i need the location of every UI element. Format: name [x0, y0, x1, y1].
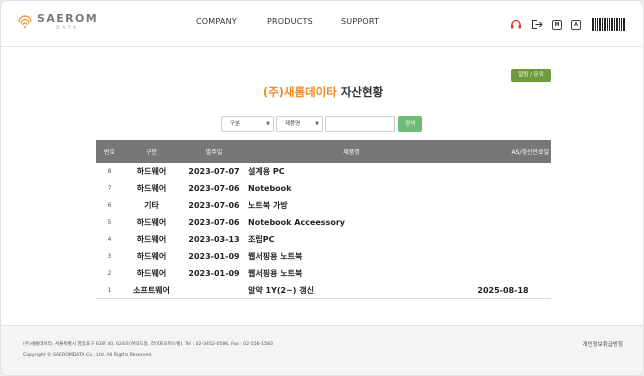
- cell-category: 기타: [144, 201, 159, 210]
- nav-products[interactable]: PRODUCTS: [267, 17, 313, 26]
- headset-icon[interactable]: [510, 19, 522, 30]
- nav-company[interactable]: COMPANY: [196, 17, 237, 26]
- notice-inquiry-button[interactable]: 알림 / 문의: [511, 69, 551, 82]
- cell-product: Notebook Acceessory: [248, 218, 345, 227]
- cell-category: 하드웨어: [136, 269, 167, 278]
- cell-no: 6: [107, 202, 112, 209]
- header-product: 제품명: [343, 149, 360, 156]
- cell-category: 하드웨어: [136, 235, 167, 244]
- cell-category: 하드웨어: [136, 184, 167, 193]
- cell-no: 2: [107, 270, 112, 277]
- cell-no: 5: [107, 219, 112, 226]
- table-row[interactable]: 4 하드웨어 2023-03-13 조립PC: [96, 231, 551, 248]
- cell-category: 하드웨어: [136, 167, 167, 176]
- top-header: SAEROM DATA COMPANY PRODUCTS SUPPORT M A: [1, 1, 643, 47]
- cell-product: 조립PC: [248, 235, 275, 244]
- footer-copyright: Copyright © SAEROMDATA Co., Ltd. All Rig…: [23, 353, 153, 358]
- cell-category: 하드웨어: [136, 218, 167, 227]
- table-header: 번호 구분 발주일 제품명 AS/갱신만료일: [96, 140, 551, 163]
- cell-date: 2023-01-09: [188, 269, 240, 278]
- cell-date: 2023-07-07: [188, 167, 240, 176]
- nav-support[interactable]: SUPPORT: [341, 17, 379, 26]
- cell-no: 7: [107, 185, 112, 192]
- cell-product: 웹서핑용 노트북: [248, 269, 303, 278]
- table-row[interactable]: 6 기타 2023-07-06 노트북 가방: [96, 197, 551, 214]
- cell-category: 소프트웨어: [133, 285, 170, 295]
- cell-date: 2023-01-09: [188, 252, 240, 261]
- a-box-icon[interactable]: A: [571, 19, 581, 30]
- logout-icon[interactable]: [531, 19, 543, 30]
- search-button[interactable]: 검색: [398, 116, 422, 132]
- header-expiry: AS/갱신만료일: [511, 149, 549, 156]
- field-select-value: 제품명: [285, 121, 301, 127]
- logo-name: SAEROM: [37, 12, 99, 25]
- cell-product: Notebook: [248, 184, 292, 193]
- footer-address: (주)새롬데이타, 서울특별시 영등포구 63로 40, 624호(여의도동, …: [23, 342, 273, 347]
- cell-no: 8: [107, 168, 112, 175]
- cell-date: 2023-07-06: [188, 184, 240, 193]
- wifi-logo-icon: [17, 14, 33, 30]
- title-text: 자산현황: [340, 85, 384, 99]
- category-select-value: 구분: [230, 121, 241, 127]
- logo-sub: DATA: [56, 25, 79, 30]
- category-select[interactable]: 구분 ▼: [221, 116, 274, 132]
- cell-product: 설계용 PC: [248, 167, 285, 176]
- cell-category: 하드웨어: [136, 252, 167, 261]
- chevron-down-icon: ▼: [315, 121, 319, 127]
- cell-date: 2023-07-06: [188, 218, 240, 227]
- header-tools: M A: [510, 18, 626, 31]
- page-footer: (주)새롬데이타, 서울특별시 영등포구 63로 40, 624호(여의도동, …: [1, 325, 643, 375]
- title-brand: (주)새롬데이타: [262, 85, 337, 99]
- m-box-icon[interactable]: M: [552, 19, 562, 30]
- search-bar: 구분 ▼ 제품명 ▼ 검색: [221, 116, 422, 132]
- table-row[interactable]: 1 소프트웨어 알약 1Y(2~) 갱신 2025-08-18: [96, 282, 551, 299]
- search-input[interactable]: [325, 116, 395, 132]
- cell-product: 노트북 가방: [248, 201, 288, 210]
- cell-no: 3: [107, 253, 112, 260]
- header-category: 구분: [145, 149, 158, 156]
- cell-product: 알약 1Y(2~) 갱신: [248, 285, 314, 295]
- app-window: SAEROM DATA COMPANY PRODUCTS SUPPORT M A…: [0, 0, 644, 376]
- barcode-icon[interactable]: [592, 18, 626, 31]
- asset-table: 번호 구분 발주일 제품명 AS/갱신만료일 8 하드웨어 2023-07-07…: [96, 140, 551, 299]
- chevron-down-icon: ▼: [266, 121, 270, 127]
- header-order-date: 발주일: [205, 149, 223, 156]
- page-title: (주)새롬데이타 자산현황: [1, 84, 643, 100]
- saerom-logo[interactable]: SAEROM DATA: [17, 13, 98, 30]
- header-no: 번호: [103, 149, 116, 156]
- table-row[interactable]: 3 하드웨어 2023-01-09 웹서핑용 노트북: [96, 248, 551, 265]
- table-row[interactable]: 7 하드웨어 2023-07-06 Notebook: [96, 180, 551, 197]
- cell-expiry: 2025-08-18: [477, 285, 529, 295]
- cell-date: 2023-03-13: [188, 235, 240, 244]
- cell-no: 4: [107, 236, 112, 243]
- cell-no: 1: [107, 286, 112, 294]
- cell-product: 웹서핑용 노트북: [248, 252, 303, 261]
- privacy-policy-link[interactable]: 개인정보취급방침: [583, 340, 623, 348]
- table-row[interactable]: 5 하드웨어 2023-07-06 Notebook Acceessory: [96, 214, 551, 231]
- table-row[interactable]: 8 하드웨어 2023-07-07 설계용 PC: [96, 163, 551, 180]
- field-select[interactable]: 제품명 ▼: [276, 116, 323, 132]
- table-row[interactable]: 2 하드웨어 2023-01-09 웹서핑용 노트북: [96, 265, 551, 282]
- cell-date: 2023-07-06: [188, 201, 240, 210]
